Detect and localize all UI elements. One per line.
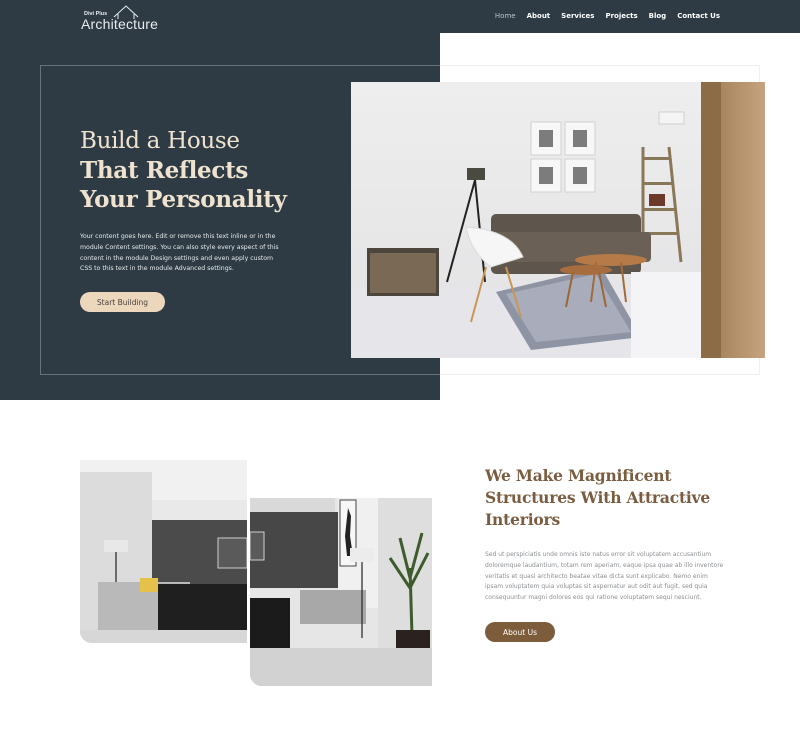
hero-title-line2: That Reflects — [80, 157, 249, 184]
interior-photo-left — [80, 460, 247, 643]
living-room-illustration — [351, 82, 765, 358]
about-us-button[interactable]: About Us — [485, 622, 555, 642]
nav-blog[interactable]: Blog — [649, 12, 667, 20]
interior-right-illustration — [250, 498, 432, 686]
hero-body-text: Your content goes here. Edit or remove t… — [80, 233, 279, 273]
nav-home[interactable]: Home — [495, 12, 516, 20]
nav-contact[interactable]: Contact Us — [677, 12, 720, 20]
main-nav: Home About Services Projects Blog Contac… — [495, 12, 720, 20]
nav-services[interactable]: Services — [561, 12, 594, 20]
section-body-text: Sed ut perspiciatis unde omnis iste natu… — [485, 551, 724, 602]
interior-left-illustration — [80, 460, 247, 643]
section-title: We Make Magnificent Structures With Attr… — [485, 466, 711, 529]
nav-projects[interactable]: Projects — [605, 12, 637, 20]
living-room-photo — [351, 82, 765, 358]
hero-title-line1: Build a House — [80, 128, 240, 154]
hero-title-line3: Your Personality — [80, 186, 287, 213]
hero-title: Build a House That Reflects Your Persona… — [80, 127, 287, 214]
site-logo[interactable]: Divi Plus Architecture — [81, 5, 161, 32]
logo-text: Architecture — [81, 16, 159, 32]
nav-about[interactable]: About — [527, 12, 551, 20]
start-building-button[interactable]: Start Building — [80, 292, 165, 312]
interior-photo-right — [250, 498, 432, 686]
